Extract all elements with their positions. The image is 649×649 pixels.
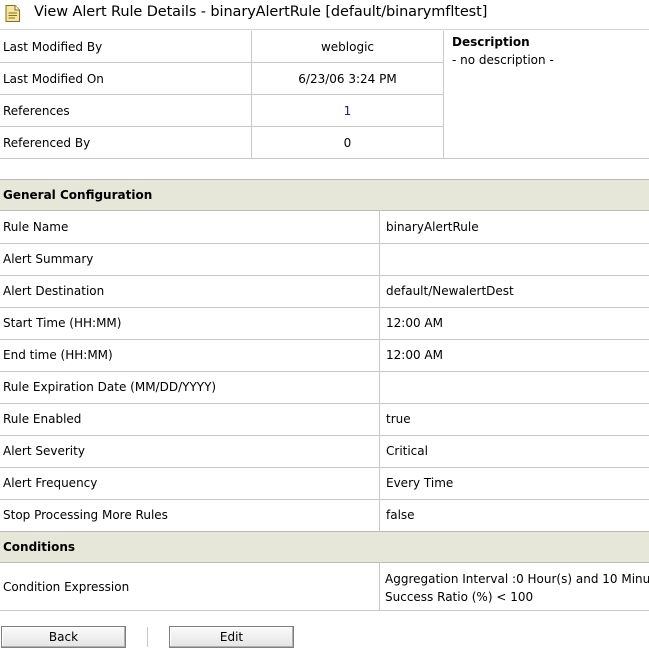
- condition-line-aggregation: Aggregation Interval :0 Hour(s) and 10 M…: [385, 572, 649, 586]
- references-label: References: [3, 104, 70, 118]
- referenced-by-label: Referenced By: [3, 136, 91, 150]
- description-heading: Description: [452, 35, 530, 49]
- condition-expression-value: Aggregation Interval :0 Hour(s) and 10 M…: [385, 570, 649, 606]
- alert-severity-value: Critical: [386, 444, 428, 458]
- alert-summary-value: [380, 243, 649, 275]
- references-link[interactable]: 1: [252, 95, 443, 127]
- divider: [443, 31, 444, 158]
- last-modified-by-label: Last Modified By: [3, 40, 103, 54]
- referenced-by-value: 0: [343, 136, 352, 150]
- rule-expiration-date-label: Rule Expiration Date (MM/DD/YYYY): [3, 380, 217, 394]
- divider: [0, 610, 649, 611]
- last-modified-on-value: 6/23/06 3:24 PM: [298, 72, 397, 86]
- condition-expression-label: Condition Expression: [3, 580, 130, 594]
- alert-severity-label: Alert Severity: [3, 444, 85, 458]
- condition-line-success-ratio: Success Ratio (%) < 100: [385, 590, 534, 604]
- alert-destination-value: default/NewalertDest: [386, 284, 514, 298]
- edit-button[interactable]: Edit: [169, 626, 294, 648]
- start-time-value: 12:00 AM: [386, 316, 443, 330]
- last-modified-on-label: Last Modified On: [3, 72, 104, 86]
- last-modified-by-value: weblogic: [320, 40, 375, 54]
- conditions-heading: Conditions: [0, 531, 649, 563]
- rule-enabled-label: Rule Enabled: [3, 412, 82, 426]
- button-separator: [147, 627, 148, 647]
- rule-expiration-date-value: [380, 371, 649, 403]
- rule-enabled-value: true: [386, 412, 411, 426]
- divider: [379, 563, 380, 610]
- alert-frequency-label: Alert Frequency: [3, 476, 98, 490]
- start-time-label: Start Time (HH:MM): [3, 316, 122, 330]
- page-title: View Alert Rule Details - binaryAlertRul…: [34, 4, 488, 20]
- alert-frequency-value: Every Time: [386, 476, 454, 490]
- rule-name-value: binaryAlertRule: [386, 220, 479, 234]
- alert-destination-label: Alert Destination: [3, 284, 105, 298]
- general-configuration-heading: General Configuration: [0, 179, 649, 211]
- end-time-value: 12:00 AM: [386, 348, 443, 362]
- stop-processing-value: false: [386, 508, 415, 522]
- document-icon: [5, 5, 20, 22]
- alert-summary-label: Alert Summary: [3, 252, 94, 266]
- back-button[interactable]: Back: [1, 626, 126, 648]
- stop-processing-label: Stop Processing More Rules: [3, 508, 168, 522]
- rule-name-label: Rule Name: [3, 220, 69, 234]
- end-time-label: End time (HH:MM): [3, 348, 113, 362]
- description-text: - no description -: [452, 53, 554, 67]
- page-header: View Alert Rule Details - binaryAlertRul…: [0, 0, 649, 30]
